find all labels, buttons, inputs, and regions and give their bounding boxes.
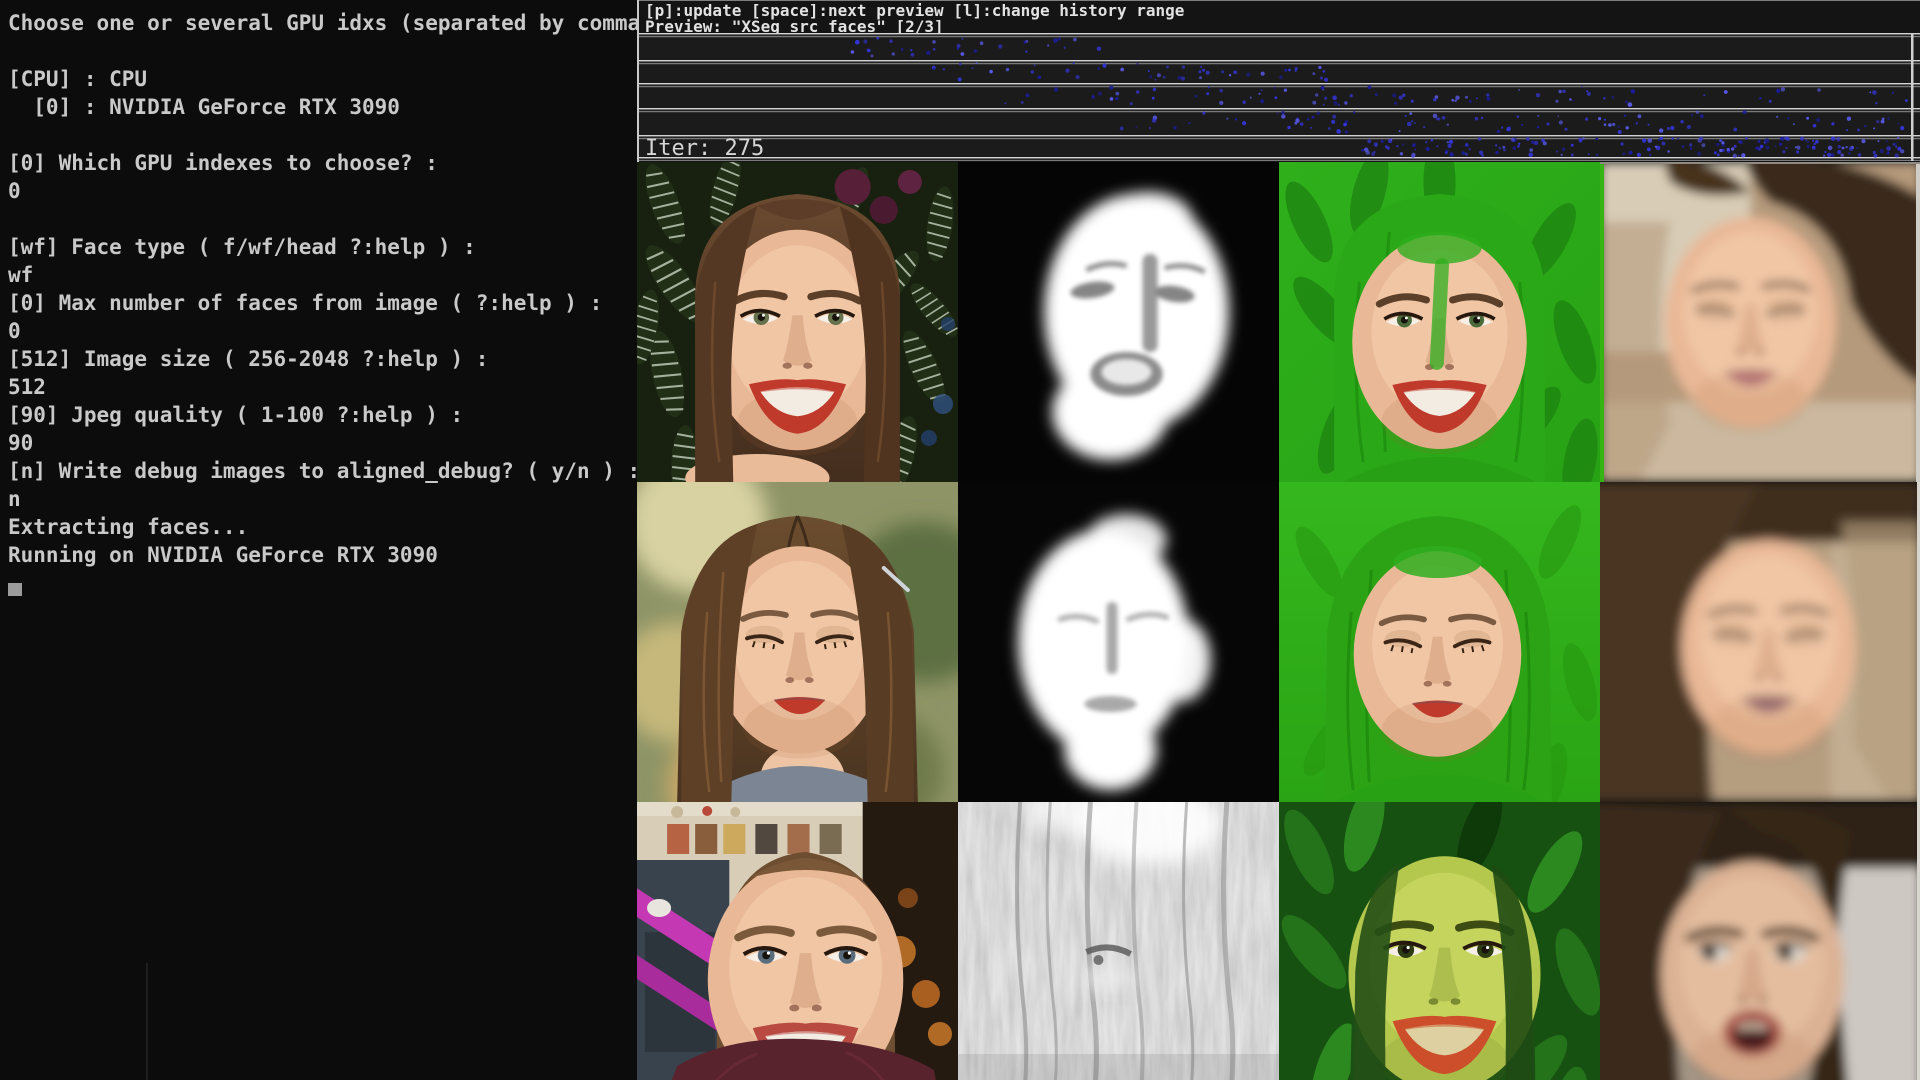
loss-history-plot	[637, 33, 1920, 161]
terminal-line: [0] Which GPU indexes to choose? :	[0, 149, 637, 177]
preview-header: [p]:update [space]:next preview [l]:chan…	[637, 0, 1920, 33]
terminal-line: n	[0, 485, 637, 513]
tile-r1-source-face-photo	[637, 162, 958, 482]
terminal-line	[0, 205, 637, 233]
terminal-line: [0] Max number of faces from image ( ?:h…	[0, 289, 637, 317]
preview-window-border	[637, 0, 639, 162]
iteration-counter: Iter: 275	[645, 136, 764, 161]
terminal-cursor[interactable]	[8, 583, 22, 596]
terminal-line	[0, 121, 637, 149]
tile-r2-reconstructed-face	[1600, 482, 1920, 802]
terminal-window[interactable]: Choose one or several GPU idxs (separate…	[0, 0, 637, 1080]
screen: Choose one or several GPU idxs (separate…	[0, 0, 1920, 1080]
preview-title: Preview: "XSeg src faces" [2/3]	[645, 17, 944, 33]
terminal-line	[0, 37, 637, 65]
terminal-artifact-line	[146, 963, 148, 1080]
tile-r2-xseg-mask	[958, 482, 1279, 802]
terminal-line: [90] Jpeg quality ( 1-100 ?:help ) :	[0, 401, 637, 429]
tile-r3-masked-face-green	[1279, 802, 1600, 1080]
terminal-line: Running on NVIDIA GeForce RTX 3090	[0, 541, 637, 569]
face-preview-grid	[637, 162, 1920, 1080]
terminal-line: 512	[0, 373, 637, 401]
tile-r3-source-face-photo	[637, 802, 958, 1080]
terminal-line: Choose one or several GPU idxs (separate…	[0, 9, 637, 37]
tile-r1-masked-face-green	[1279, 162, 1600, 482]
preview-window[interactable]: [p]:update [space]:next preview [l]:chan…	[637, 0, 1920, 1080]
tile-r1-reconstructed-face	[1600, 162, 1920, 482]
preview-window-border	[637, 0, 1920, 1]
tile-r1-xseg-mask	[958, 162, 1279, 482]
tile-r2-source-face-photo	[637, 482, 958, 802]
terminal-line: wf	[0, 261, 637, 289]
terminal-line: [0] : NVIDIA GeForce RTX 3090	[0, 93, 637, 121]
terminal-line: 0	[0, 177, 637, 205]
terminal-line: Extracting faces...	[0, 513, 637, 541]
terminal-line: [wf] Face type ( f/wf/head ?:help ) :	[0, 233, 637, 261]
tile-r3-xseg-mask	[958, 802, 1279, 1080]
terminal-line: 0	[0, 317, 637, 345]
tile-r3-reconstructed-face	[1600, 802, 1920, 1080]
loss-history-graph: Iter: 275	[637, 33, 1920, 161]
tile-r2-masked-face-green	[1279, 482, 1600, 802]
terminal-line: 90	[0, 429, 637, 457]
terminal-line: [512] Image size ( 256-2048 ?:help ) :	[0, 345, 637, 373]
terminal-output: Choose one or several GPU idxs (separate…	[0, 0, 637, 569]
terminal-line: [CPU] : CPU	[0, 65, 637, 93]
terminal-line: [n] Write debug images to aligned_debug?…	[0, 457, 637, 485]
